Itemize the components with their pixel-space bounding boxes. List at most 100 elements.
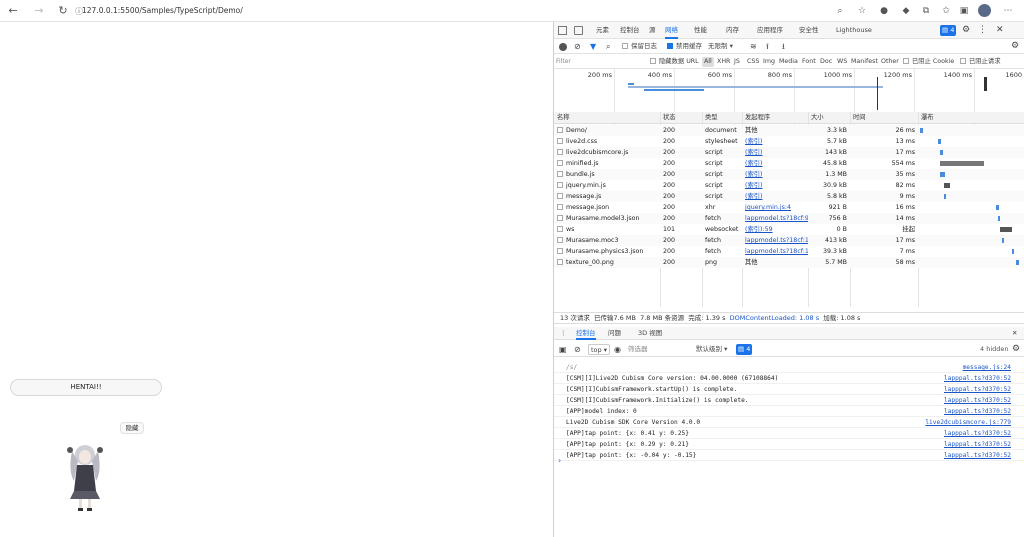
- column-waterfall[interactable]: 瀑布: [918, 112, 1024, 124]
- hentai-button[interactable]: HENTAI!!: [10, 379, 162, 396]
- console-source-link[interactable]: lapppal.ts?d370:52: [944, 428, 1011, 439]
- reload-icon[interactable]: ↻: [56, 4, 70, 18]
- cell-initiator[interactable]: (索引): [742, 191, 808, 202]
- console-source-link[interactable]: lapppal.ts?d370:52: [944, 373, 1011, 384]
- table-row[interactable]: message.json 200 xhr jquery.min.js:4 921 B 16…: [554, 202, 1024, 213]
- table-row[interactable]: live2dcubismcore.js 200 script (索引) 143 kB 17…: [554, 147, 1024, 158]
- favorite-star-icon[interactable]: ☆: [856, 5, 868, 17]
- cell-initiator[interactable]: lappmodel.ts?18cf:90: [742, 213, 808, 224]
- filter-type-other[interactable]: Other: [881, 57, 899, 67]
- column-type[interactable]: 类型: [702, 112, 742, 124]
- console-settings-gear-icon[interactable]: ⚙: [1012, 344, 1020, 355]
- table-row[interactable]: jquery.min.js 200 script (索引) 30.9 kB 82 ms: [554, 180, 1024, 191]
- console-source-link[interactable]: lapppal.ts?d370:52: [944, 439, 1011, 450]
- forward-arrow-icon[interactable]: →: [32, 4, 46, 18]
- address-bar[interactable]: 127.0.0.1:5500/Samples/TypeScript/Demo/: [82, 5, 243, 17]
- settings-gear-icon[interactable]: ⚙: [962, 22, 970, 39]
- blocked-cookies-checkbox[interactable]: 已阻止 Cookie: [903, 57, 954, 67]
- favorites-icon[interactable]: ✩: [940, 5, 952, 17]
- close-icon[interactable]: ✕: [996, 22, 1004, 39]
- inspect-element-icon[interactable]: [558, 26, 567, 35]
- preserve-log-checkbox[interactable]: 保留日志: [622, 41, 657, 52]
- drawer-tab-issues[interactable]: 问题: [608, 327, 621, 340]
- filter-type-all[interactable]: All: [702, 57, 714, 67]
- filter-type-img[interactable]: Img: [763, 57, 775, 67]
- column-name[interactable]: 名称: [554, 112, 660, 124]
- clear-icon[interactable]: ⊘: [574, 41, 581, 52]
- drawer-tab-3d-view[interactable]: 3D 视图: [638, 327, 662, 340]
- more-menu-icon[interactable]: ⋯: [1002, 5, 1014, 17]
- table-row[interactable]: Murasame.physics3.json 200 fetch lappmodel.…: [554, 246, 1024, 257]
- disable-cache-checkbox[interactable]: 禁用缓存: [667, 41, 702, 52]
- filter-type-xhr[interactable]: XHR: [717, 57, 730, 67]
- column-status[interactable]: 状态: [660, 112, 702, 124]
- cell-initiator[interactable]: (索引): [742, 158, 808, 169]
- console-prompt-icon[interactable]: ›: [558, 456, 561, 465]
- console-filter-input[interactable]: 筛选器: [628, 344, 692, 355]
- search-icon[interactable]: ⌕: [606, 41, 610, 52]
- drawer-menu-icon[interactable]: ⋮: [560, 327, 567, 340]
- cell-initiator[interactable]: (索引): [742, 147, 808, 158]
- tab-application[interactable]: 应用程序: [757, 22, 783, 39]
- hide-data-urls-checkbox[interactable]: 隐藏数据 URL: [650, 57, 699, 67]
- column-initiator[interactable]: 发起程序: [742, 112, 808, 124]
- more-options-icon[interactable]: ⋮: [978, 22, 987, 39]
- live-expression-eye-icon[interactable]: ◉: [614, 344, 621, 355]
- filter-input[interactable]: Filter: [556, 57, 646, 67]
- tab-lighthouse[interactable]: Lighthouse: [836, 22, 872, 39]
- log-levels-select[interactable]: 默认级别 ▾: [696, 344, 727, 355]
- tab-security[interactable]: 安全性: [799, 22, 819, 39]
- console-source-link[interactable]: live2dcubismcore.js:779: [925, 417, 1011, 428]
- avatar[interactable]: [978, 4, 991, 17]
- column-time[interactable]: 时间: [850, 112, 918, 124]
- cell-initiator[interactable]: (索引):59: [742, 224, 808, 235]
- table-row[interactable]: message.js 200 script (索引) 5.8 kB 9 ms: [554, 191, 1024, 202]
- blocked-requests-checkbox[interactable]: 已阻止请求: [960, 57, 1000, 67]
- tab-memory[interactable]: 内存: [726, 22, 739, 39]
- issues-badge[interactable]: ▤ 4: [940, 25, 957, 36]
- drawer-tab-console[interactable]: 控制台: [576, 327, 596, 340]
- cell-initiator[interactable]: jquery.min.js:4: [742, 202, 808, 213]
- context-select[interactable]: top ▾: [588, 344, 610, 355]
- cell-initiator[interactable]: (索引): [742, 136, 808, 147]
- cell-initiator[interactable]: lappmodel.ts?18cf:1...: [742, 235, 808, 246]
- filter-type-font[interactable]: Font: [802, 57, 816, 67]
- extension-icon[interactable]: ◆: [900, 5, 912, 17]
- download-icon[interactable]: ⭳: [782, 41, 785, 52]
- table-row[interactable]: live2d.css 200 stylesheet (索引) 5.7 kB 13 ms: [554, 136, 1024, 147]
- upload-icon[interactable]: ⭱: [766, 41, 769, 52]
- drawer-close-icon[interactable]: ✕: [1012, 327, 1017, 340]
- table-row[interactable]: ws 101 websocket (索引):59 0 B 挂起: [554, 224, 1024, 235]
- extension-icon[interactable]: ●: [878, 5, 890, 17]
- console-source-link[interactable]: lapppal.ts?d370:52: [944, 384, 1011, 395]
- console-source-link[interactable]: lapppal.ts?d370:52: [944, 450, 1011, 461]
- table-row[interactable]: bundle.js 200 script (索引) 1.3 MB 35 ms: [554, 169, 1024, 180]
- throttle-select[interactable]: 无限制 ▾: [708, 41, 733, 52]
- zoom-icon[interactable]: ⌕: [834, 5, 846, 17]
- console-issues-badge[interactable]: ▤ 4: [736, 344, 753, 355]
- sidebar-toggle-icon[interactable]: ▣: [559, 344, 567, 355]
- tab-console[interactable]: 控制台: [620, 22, 640, 39]
- record-icon[interactable]: [559, 43, 567, 51]
- filter-type-doc[interactable]: Doc: [820, 57, 832, 67]
- console-source-link[interactable]: lapppal.ts?d370:52: [944, 395, 1011, 406]
- network-settings-gear-icon[interactable]: ⚙: [1011, 41, 1019, 52]
- table-row[interactable]: Demo/200 document 其他 3.3 kB 26 ms: [554, 125, 1024, 136]
- table-row[interactable]: minified.js 200 script (索引) 45.8 kB 554 ms: [554, 158, 1024, 169]
- column-size[interactable]: 大小: [808, 112, 850, 124]
- tab-elements[interactable]: 元素: [596, 22, 609, 39]
- filter-funnel-icon[interactable]: ▼: [590, 41, 596, 52]
- back-arrow-icon[interactable]: ←: [6, 4, 20, 18]
- filter-type-js[interactable]: JS: [734, 57, 740, 67]
- filter-type-media[interactable]: Media: [779, 57, 798, 67]
- tab-network[interactable]: 网络: [665, 22, 678, 39]
- tab-sources[interactable]: 源: [649, 22, 656, 39]
- console-source-link[interactable]: lapppal.ts?d370:52: [944, 406, 1011, 417]
- table-row[interactable]: Murasame.model3.json 200 fetch lappmodel.ts…: [554, 213, 1024, 224]
- device-toolbar-icon[interactable]: [574, 26, 583, 35]
- filter-type-manifest[interactable]: Manifest: [851, 57, 878, 67]
- table-row[interactable]: Murasame.moc3 200 fetch lappmodel.ts?18cf:1…: [554, 235, 1024, 246]
- collections-icon[interactable]: ▣: [958, 5, 970, 17]
- filter-type-ws[interactable]: WS: [837, 57, 847, 67]
- cell-initiator[interactable]: lappmodel.ts?18cf:1...: [742, 246, 808, 257]
